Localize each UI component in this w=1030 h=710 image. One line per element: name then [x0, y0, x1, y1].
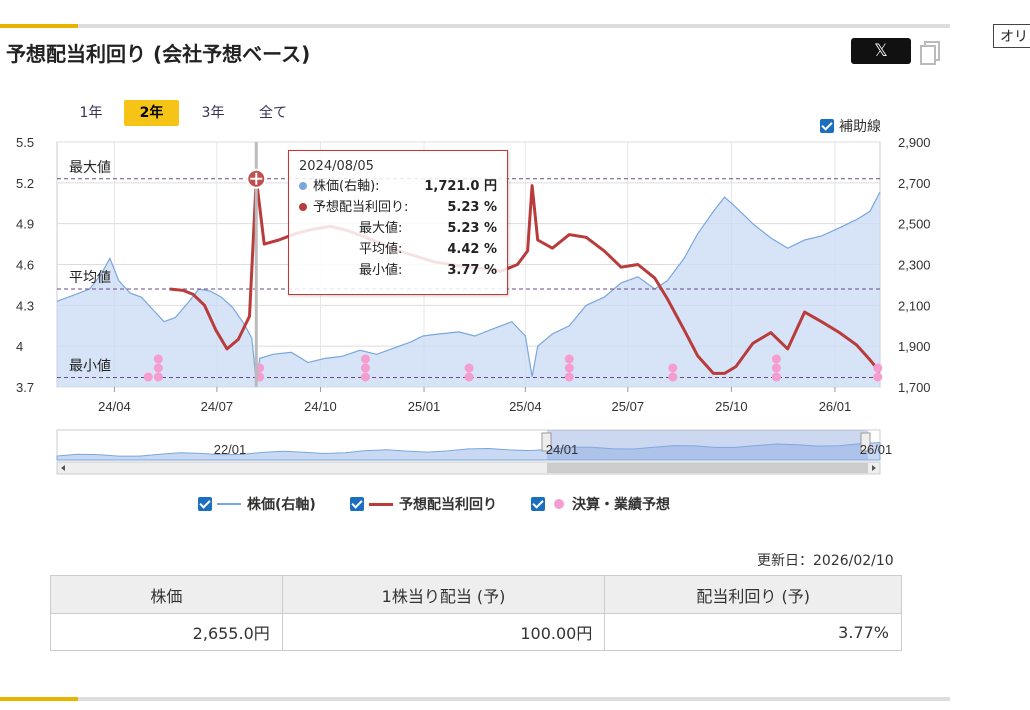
legend-price[interactable]: 株価(右軸): [198, 494, 316, 514]
legend-events[interactable]: 決算・業績予想: [531, 494, 670, 514]
event-dot: [360, 363, 370, 373]
event-dot: [668, 372, 678, 382]
navigator-label: 22/01: [214, 442, 247, 457]
x-tick-label: 26/01: [819, 399, 852, 414]
event-dot: [464, 372, 474, 382]
range-3y[interactable]: 3年: [194, 100, 232, 126]
y-right-tick-label: 2,100: [898, 298, 931, 313]
checkbox-icon[interactable]: [198, 497, 212, 511]
tooltip-value: 1,721.0 円: [424, 179, 497, 194]
y-left-tick-label: 5.2: [16, 176, 34, 191]
event-dot: [153, 354, 163, 364]
tooltip-row: 最大値: 5.23 %: [299, 218, 497, 239]
event-dot: [771, 354, 781, 364]
tooltip-value: 5.23 %: [447, 221, 497, 236]
event-dot: [564, 354, 574, 364]
x-tick-label: 24/07: [201, 399, 234, 414]
tooltip-label: 予想配当利回り:: [299, 197, 408, 218]
event-dot: [153, 372, 163, 382]
y-left-tick-label: 4.9: [16, 217, 34, 232]
tooltip-label: 株価(右軸):: [299, 176, 380, 197]
top-accent-bar: [0, 24, 950, 28]
legend-yield-label: 予想配当利回り: [399, 497, 497, 513]
event-dot: [668, 363, 678, 373]
tooltip-dot: [299, 203, 307, 211]
header-price: 株価: [50, 575, 283, 614]
reference-line-label: 最大値: [69, 159, 111, 175]
tooltip-row: 最小値: 3.77 %: [299, 260, 497, 281]
x-tick-label: 25/10: [715, 399, 748, 414]
header-dividend: 1株当り配当 (予): [281, 575, 606, 614]
tooltip-row: 平均値: 4.42 %: [299, 239, 497, 260]
bottom-accent-bar: [0, 697, 950, 701]
tooltip-label: 最大値:: [359, 221, 403, 236]
event-dot: [153, 363, 163, 373]
legend-price-label: 株価(右軸): [247, 497, 316, 513]
range-1y[interactable]: 1年: [72, 100, 110, 126]
navigator-label: 26/01: [860, 442, 893, 457]
range-all[interactable]: 全て: [252, 100, 294, 126]
y-right-tick-label: 2,500: [898, 217, 931, 232]
value-price: 2,655.0円: [50, 613, 283, 651]
y-right-tick-label: 1,900: [898, 339, 931, 354]
tooltip-dot: [299, 182, 307, 190]
x-tick-label: 24/04: [98, 399, 131, 414]
event-dot: [873, 372, 883, 382]
event-dot: [564, 363, 574, 373]
y-left-tick-label: 4.6: [16, 258, 34, 273]
tooltip-label: 平均値:: [359, 242, 403, 257]
y-left-tick-label: 4.3: [16, 298, 34, 313]
x-share-button[interactable]: 𝕏: [851, 38, 911, 64]
legend-yield[interactable]: 予想配当利回り: [350, 494, 497, 514]
side-button[interactable]: オリ: [993, 24, 1030, 48]
event-dot: [564, 372, 574, 382]
legend-events-label: 決算・業績予想: [572, 497, 670, 513]
scrollbar-thumb: [547, 463, 868, 473]
x-tick-label: 25/01: [408, 399, 441, 414]
tooltip-value: 4.42 %: [447, 242, 497, 257]
tooltip-row: 予想配当利回り: 5.23 %: [299, 197, 497, 218]
summary-table: 株価 1株当り配当 (予) 配当利回り (予) 2,655.0円 100.00円…: [50, 575, 902, 651]
y-right-tick-label: 1,700: [898, 380, 931, 395]
y-left-tick-label: 4: [16, 339, 23, 354]
tooltip-label: 最小値:: [359, 263, 403, 278]
navigator-label: 24/01: [546, 442, 579, 457]
y-right-tick-label: 2,300: [898, 258, 931, 273]
copy-icon[interactable]: [919, 40, 941, 66]
header-yield: 配当利回り (予): [604, 575, 902, 614]
event-dot: [873, 363, 883, 373]
navigator-selection: [547, 430, 868, 460]
y-right-tick-label: 2,700: [898, 176, 931, 191]
tooltip-row: 株価(右軸): 1,721.0 円: [299, 176, 497, 197]
event-dot: [771, 363, 781, 373]
value-yield: 3.77%: [604, 613, 902, 651]
event-dot: [464, 363, 474, 373]
x-tick-label: 25/04: [509, 399, 542, 414]
chart-tooltip: 2024/08/05 株価(右軸): 1,721.0 円予想配当利回り: 5.23 …: [288, 150, 508, 295]
event-dot: [771, 372, 781, 382]
reference-line-label: 平均値: [69, 269, 111, 285]
page-title: 予想配当利回り (会社予想ベース): [6, 42, 311, 66]
y-left-tick-label: 3.7: [16, 380, 34, 395]
event-dot: [360, 372, 370, 382]
event-dot: [360, 354, 370, 364]
tooltip-date: 2024/08/05: [299, 159, 374, 174]
y-right-tick-label: 2,900: [898, 135, 931, 150]
y-left-tick-label: 5.5: [16, 135, 34, 150]
x-tick-label: 24/10: [304, 399, 337, 414]
tooltip-value: 5.23 %: [447, 200, 497, 215]
checkbox-icon[interactable]: [531, 497, 545, 511]
value-dividend: 100.00円: [281, 613, 606, 651]
event-dot: [143, 372, 153, 382]
tooltip-value: 3.77 %: [447, 263, 497, 278]
reference-line-label: 最小値: [69, 357, 111, 373]
update-date: 更新日：2026/02/10: [757, 553, 894, 569]
x-tick-label: 25/07: [612, 399, 645, 414]
range-2y[interactable]: 2年: [124, 100, 179, 126]
checkbox-icon[interactable]: [350, 497, 364, 511]
